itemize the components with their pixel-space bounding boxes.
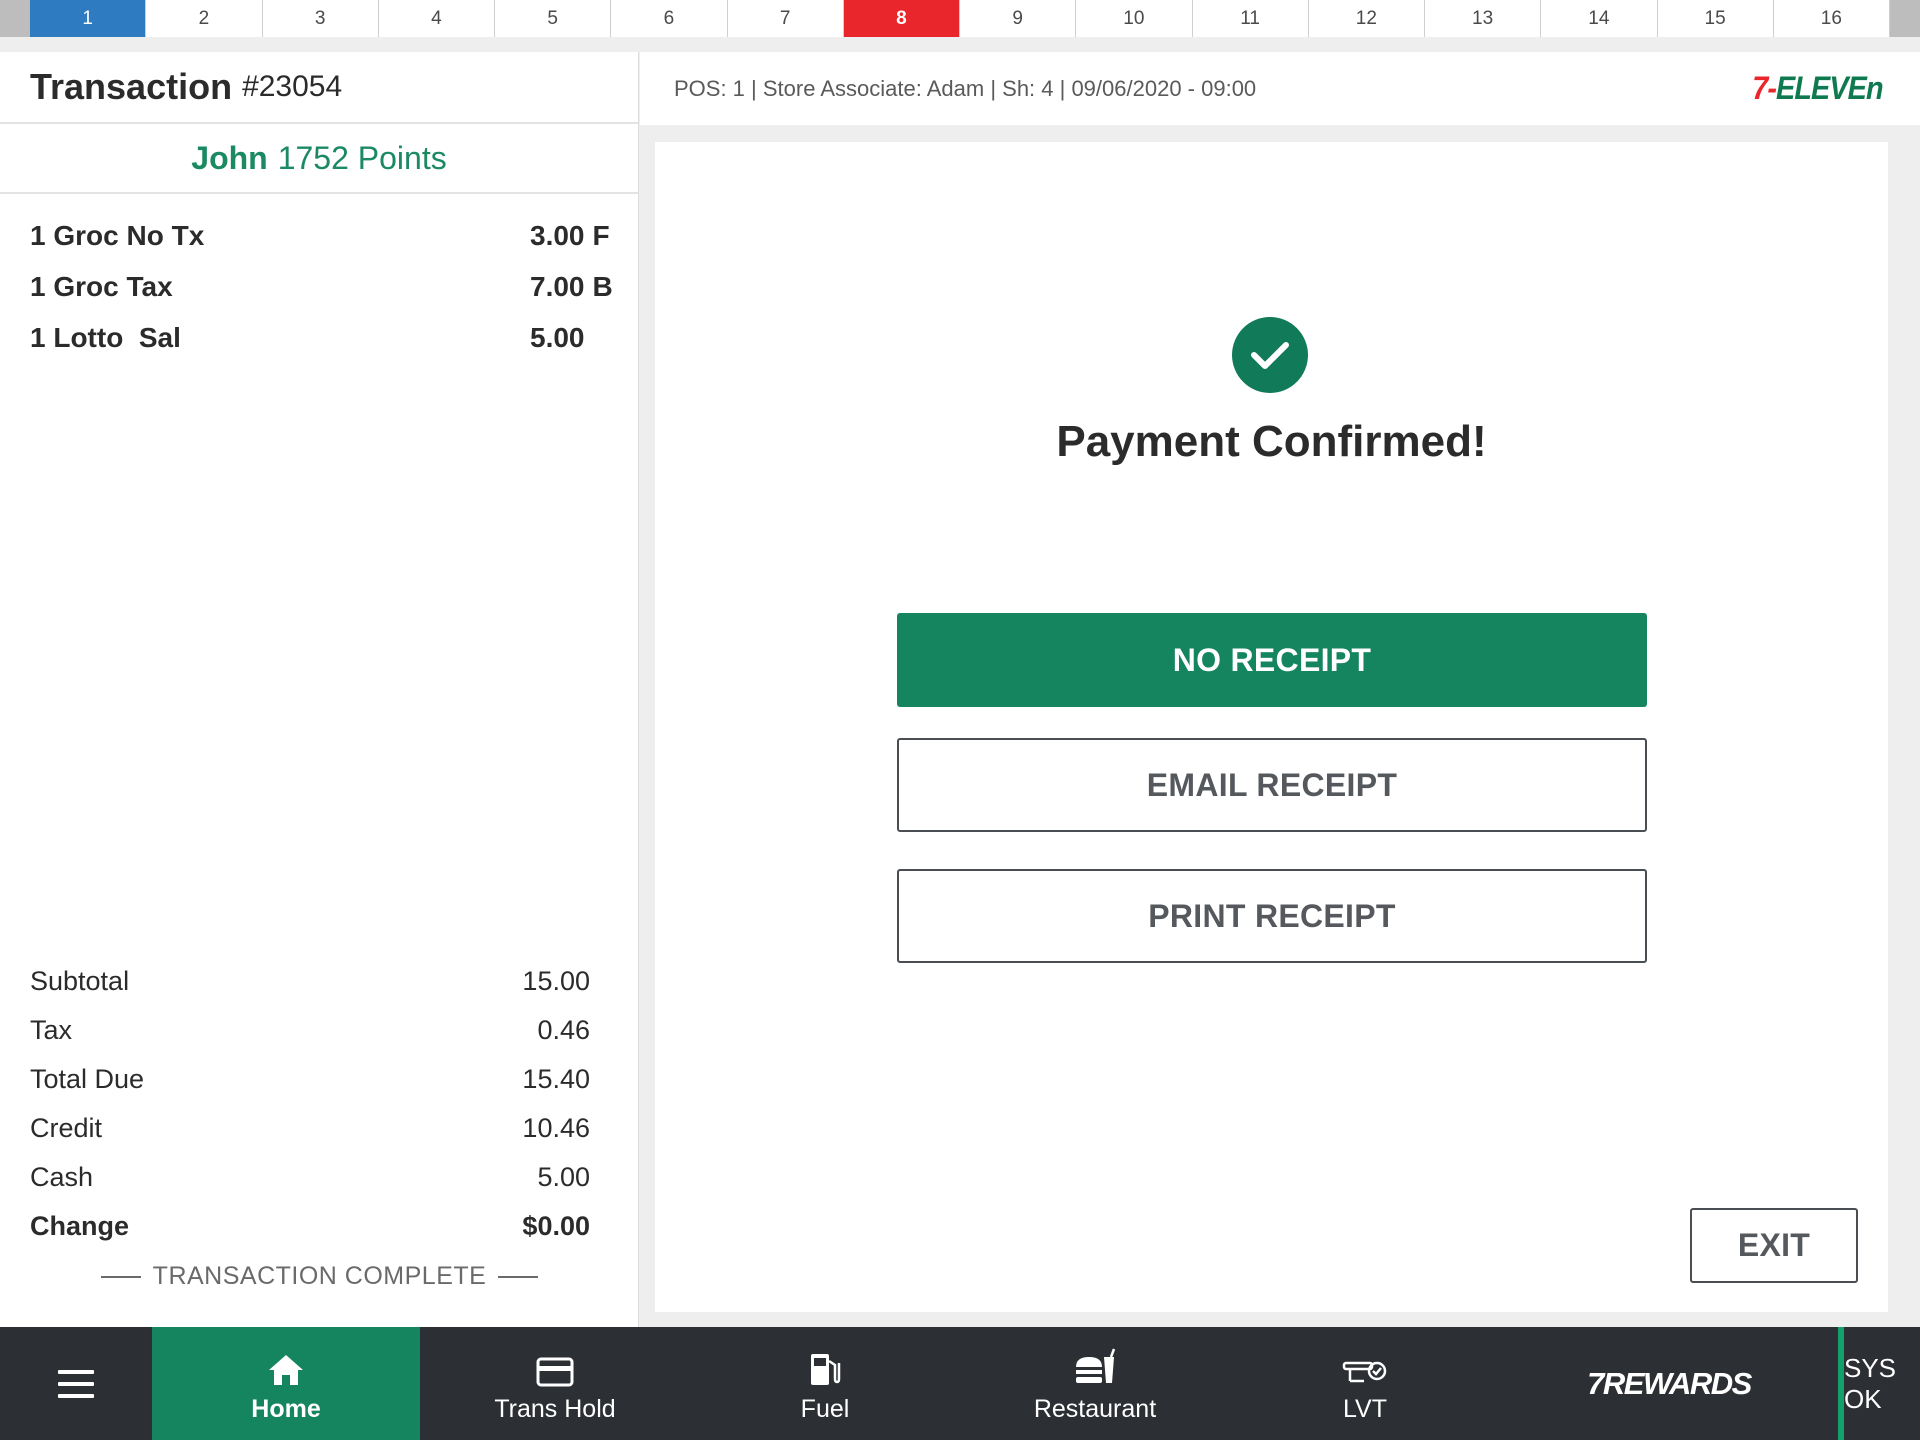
customer-points: 1752 Points bbox=[277, 139, 447, 176]
nav-lvt-label: LVT bbox=[1343, 1395, 1387, 1423]
bottom-navigation: Home Trans Hold Fuel Restaurant LVT 7REW… bbox=[0, 1327, 1920, 1440]
pos-session-info: POS: 1 | Store Associate: Adam | Sh: 4 |… bbox=[674, 75, 1257, 101]
total-row-subtotal: Subtotal 15.00 bbox=[30, 957, 590, 1006]
email-receipt-button[interactable]: EMAIL RECEIPT bbox=[897, 738, 1647, 832]
check-circle-icon bbox=[1232, 317, 1308, 393]
transaction-header: Transaction #23054 bbox=[0, 52, 638, 124]
nav-home-label: Home bbox=[251, 1395, 321, 1423]
total-value: 10.46 bbox=[522, 1113, 590, 1143]
logo-eleven: ELEVEn bbox=[1776, 70, 1884, 106]
divider bbox=[498, 1275, 539, 1278]
total-row-tax: Tax 0.46 bbox=[30, 1006, 590, 1055]
total-value: 5.00 bbox=[537, 1162, 590, 1192]
total-value: 15.00 bbox=[522, 966, 590, 996]
payment-confirmation-card: Payment Confirmed! NO RECEIPT EMAIL RECE… bbox=[655, 142, 1888, 1312]
home-icon bbox=[267, 1343, 305, 1387]
customer-name: John bbox=[191, 139, 268, 176]
tab-strip-edge-left bbox=[0, 0, 30, 37]
lvt-ticket-icon bbox=[1342, 1343, 1388, 1387]
total-label: Tax bbox=[30, 1015, 73, 1045]
tab-register-16[interactable]: 16 bbox=[1773, 0, 1890, 37]
logo-seven: 7- bbox=[1752, 70, 1777, 106]
tab-strip-edge-right bbox=[1890, 0, 1920, 37]
payment-confirmed-title: Payment Confirmed! bbox=[1056, 417, 1487, 466]
customer-loyalty[interactable]: John 1752 Points bbox=[0, 124, 638, 194]
nav-lvt[interactable]: LVT bbox=[1230, 1327, 1500, 1440]
fuel-pump-icon bbox=[808, 1343, 842, 1387]
total-row-cash: Cash 5.00 bbox=[30, 1153, 590, 1202]
item-amount: 3.00 bbox=[530, 219, 585, 251]
total-label: Subtotal bbox=[30, 966, 130, 996]
list-item[interactable]: 1 Groc Tax 7.00 B bbox=[30, 261, 638, 312]
tab-register-5[interactable]: 5 bbox=[495, 0, 612, 37]
tab-register-11[interactable]: 11 bbox=[1192, 0, 1309, 37]
total-row-credit: Credit 10.46 bbox=[30, 1104, 590, 1153]
rewards-logo[interactable]: 7REWARDS bbox=[1500, 1327, 1838, 1440]
tab-register-10[interactable]: 10 bbox=[1076, 0, 1193, 37]
nav-fuel-label: Fuel bbox=[800, 1395, 850, 1423]
tab-register-12[interactable]: 12 bbox=[1308, 0, 1425, 37]
item-amount: 5.00 bbox=[530, 321, 585, 353]
item-description: 1 Lotto Sal bbox=[30, 321, 181, 353]
item-tax-flag: F bbox=[592, 219, 610, 251]
nav-fuel[interactable]: Fuel bbox=[690, 1327, 960, 1440]
no-receipt-button[interactable]: NO RECEIPT bbox=[897, 613, 1647, 707]
card-icon bbox=[536, 1343, 574, 1387]
total-label: Credit bbox=[30, 1113, 103, 1143]
burger-drink-icon bbox=[1073, 1343, 1117, 1387]
list-item[interactable]: 1 Lotto Sal 5.00 bbox=[30, 312, 638, 363]
nav-restaurant[interactable]: Restaurant bbox=[960, 1327, 1230, 1440]
transaction-status: TRANSACTION COMPLETE bbox=[0, 1262, 639, 1291]
totals-summary: Subtotal 15.00 Tax 0.46 Total Due 15.40 … bbox=[30, 957, 590, 1251]
menu-button[interactable] bbox=[0, 1327, 152, 1440]
total-value: 0.46 bbox=[537, 1015, 590, 1045]
list-item[interactable]: 1 Groc No Tx 3.00 F bbox=[30, 210, 638, 261]
tab-register-2[interactable]: 2 bbox=[146, 0, 263, 37]
tab-register-1[interactable]: 1 bbox=[30, 0, 147, 37]
divider bbox=[100, 1275, 141, 1278]
nav-home[interactable]: Home bbox=[152, 1327, 420, 1440]
change-value: $0.00 bbox=[522, 1211, 590, 1241]
nav-trans-hold-label: Trans Hold bbox=[494, 1395, 616, 1423]
item-description: 1 Groc No Tx bbox=[30, 219, 205, 251]
status-header: POS: 1 | Store Associate: Adam | Sh: 4 |… bbox=[640, 52, 1920, 125]
item-description: 1 Groc Tax bbox=[30, 270, 173, 302]
exit-button[interactable]: EXIT bbox=[1690, 1208, 1858, 1283]
item-tax-flag: B bbox=[592, 270, 613, 302]
tab-list: 1 2 3 4 5 6 7 8 9 10 11 12 13 14 15 16 bbox=[30, 0, 1890, 37]
transaction-title: Transaction bbox=[30, 66, 233, 107]
change-label: Change bbox=[30, 1211, 130, 1241]
transaction-panel: Transaction #23054 John 1752 Points 1 Gr… bbox=[0, 52, 639, 1327]
tab-register-9[interactable]: 9 bbox=[960, 0, 1077, 37]
tab-register-4[interactable]: 4 bbox=[378, 0, 495, 37]
transaction-status-text: TRANSACTION COMPLETE bbox=[152, 1262, 487, 1290]
tab-register-14[interactable]: 14 bbox=[1541, 0, 1658, 37]
seven-eleven-logo: 7-ELEVEn bbox=[1752, 70, 1884, 107]
tab-register-3[interactable]: 3 bbox=[262, 0, 379, 37]
hamburger-menu-icon bbox=[58, 1369, 94, 1398]
nav-restaurant-label: Restaurant bbox=[1033, 1395, 1157, 1423]
tab-register-7[interactable]: 7 bbox=[727, 0, 844, 37]
total-label: Cash bbox=[30, 1162, 94, 1192]
total-row-total-due: Total Due 15.40 bbox=[30, 1055, 590, 1104]
item-amount: 7.00 bbox=[530, 270, 585, 302]
item-list: 1 Groc No Tx 3.00 F 1 Groc Tax 7.00 B 1 Lo… bbox=[0, 194, 638, 363]
register-tab-strip: 1 2 3 4 5 6 7 8 9 10 11 12 13 14 15 16 bbox=[0, 0, 1920, 37]
tab-register-6[interactable]: 6 bbox=[611, 0, 728, 37]
tab-register-13[interactable]: 13 bbox=[1425, 0, 1542, 37]
total-value: 15.40 bbox=[522, 1064, 590, 1094]
transaction-number: #23054 bbox=[242, 70, 343, 103]
print-receipt-button[interactable]: PRINT RECEIPT bbox=[897, 869, 1647, 963]
total-label: Total Due bbox=[30, 1064, 145, 1094]
tab-register-8[interactable]: 8 bbox=[843, 0, 960, 37]
system-status[interactable]: SYS OK bbox=[1838, 1327, 1920, 1440]
tab-register-15[interactable]: 15 bbox=[1657, 0, 1774, 37]
nav-trans-hold[interactable]: Trans Hold bbox=[420, 1327, 690, 1440]
total-row-change: Change $0.00 bbox=[30, 1202, 590, 1251]
